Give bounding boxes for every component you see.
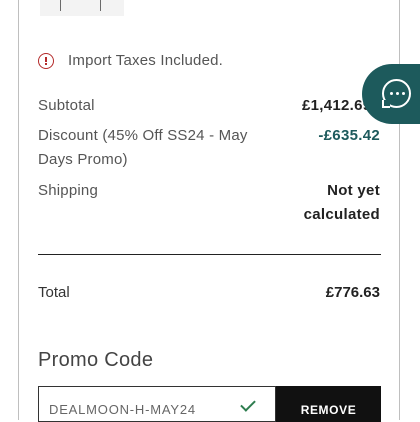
notice-text: Import Taxes Included. <box>68 52 224 69</box>
shipping-value: Not yet calculated <box>303 182 380 223</box>
chat-bubble-icon <box>382 79 411 108</box>
import-taxes-notice: Import Taxes Included. <box>38 52 223 69</box>
promo-code-field[interactable]: DEALMOON-H-MAY24 <box>38 386 276 422</box>
info-circle-icon <box>38 52 54 69</box>
remove-promo-button[interactable]: REMOVE <box>276 386 381 422</box>
discount-label: Discount (45% Off SS24 - May Days Promo) <box>38 127 248 168</box>
promo-code-heading: Promo Code <box>38 349 154 371</box>
discount-value: -£635.42 <box>318 127 380 144</box>
summary-divider <box>38 254 381 255</box>
subtotal-label: Subtotal <box>38 97 95 114</box>
promo-code-value: DEALMOON-H-MAY24 <box>49 402 196 417</box>
shipping-label: Shipping <box>38 182 98 199</box>
stepper-divider <box>60 0 61 11</box>
stepper-divider <box>100 0 101 11</box>
chat-button[interactable] <box>362 64 420 124</box>
total-value: £776.63 <box>325 284 380 301</box>
check-icon <box>240 396 256 412</box>
quantity-stepper[interactable] <box>40 0 124 16</box>
total-label: Total <box>38 284 70 301</box>
